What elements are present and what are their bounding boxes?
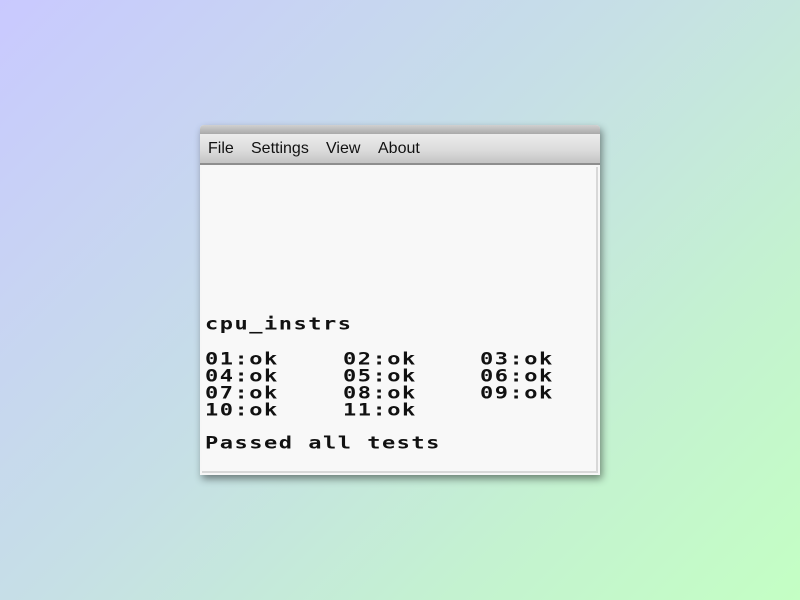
menu-file[interactable]: File bbox=[208, 140, 234, 158]
result-06: 06:ok bbox=[480, 366, 554, 387]
menu-bar: File Settings View About bbox=[200, 134, 600, 165]
result-07: 07:ok bbox=[205, 383, 279, 404]
menu-about[interactable]: About bbox=[378, 140, 420, 158]
result-10: 10:ok bbox=[205, 400, 279, 421]
window-title-strip[interactable] bbox=[200, 125, 600, 134]
menu-settings[interactable]: Settings bbox=[251, 140, 309, 158]
result-11: 11:ok bbox=[343, 400, 417, 421]
result-08: 08:ok bbox=[343, 383, 417, 404]
result-02: 02:ok bbox=[343, 349, 417, 370]
result-05: 05:ok bbox=[343, 366, 417, 387]
test-rom-title: cpu_instrs bbox=[205, 314, 353, 335]
result-03: 03:ok bbox=[480, 349, 554, 370]
emulator-screen[interactable]: cpu_instrs 01:ok 02:ok 03:ok 04:ok 05:ok… bbox=[202, 167, 598, 473]
status-message: Passed all tests bbox=[205, 433, 441, 454]
result-01: 01:ok bbox=[205, 349, 279, 370]
emulator-window: File Settings View About cpu_instrs 01:o… bbox=[200, 125, 600, 475]
result-09: 09:ok bbox=[480, 383, 554, 404]
result-04: 04:ok bbox=[205, 366, 279, 387]
menu-view[interactable]: View bbox=[326, 140, 360, 158]
